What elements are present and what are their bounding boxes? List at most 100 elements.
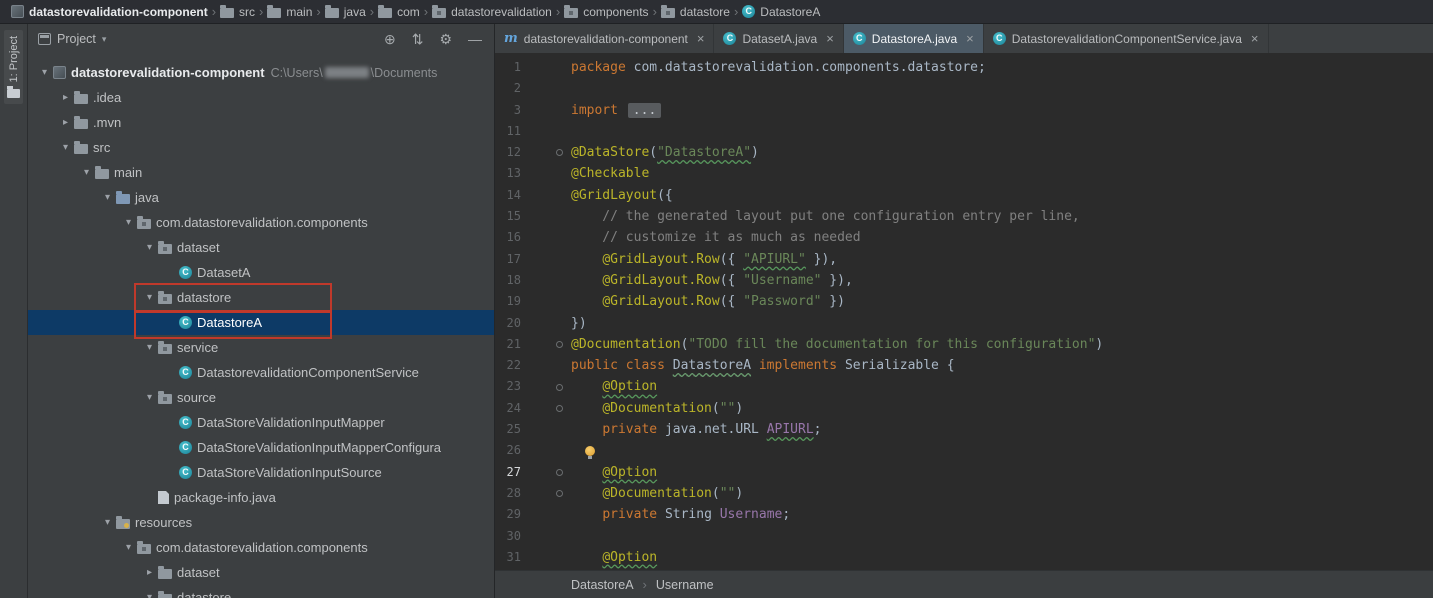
tree-item[interactable]: ▾datastore [28,285,494,310]
code-text[interactable]: @GridLayout.Row({ "Username" }), [571,270,853,291]
fold-marker-icon[interactable] [556,341,563,348]
line-number[interactable]: 3 [495,100,521,121]
code-text[interactable]: import ... [571,100,661,121]
breadcrumb-item[interactable]: components [561,5,651,19]
tree-item[interactable]: ▾source [28,385,494,410]
expand-arrow-icon[interactable]: ▾ [99,192,116,203]
line-number[interactable]: 14 [495,185,521,206]
expand-arrow-icon[interactable]: ▾ [141,592,158,598]
code-text[interactable]: // the generated layout put one configur… [571,206,1080,227]
line-number[interactable]: 26 [495,440,521,461]
editor-tab[interactable]: CDatastorevalidationComponentService.jav… [984,24,1269,53]
line-number[interactable]: 30 [495,526,521,547]
code-text[interactable]: @Documentation("TODO fill the documentat… [571,334,1103,355]
breadcrumb-item[interactable]: src [217,5,258,19]
line-number[interactable]: 2 [495,78,521,99]
close-tab-icon[interactable]: × [966,31,974,46]
expand-arrow-icon[interactable]: ▸ [141,567,158,578]
line-number[interactable]: 21 [495,334,521,355]
expand-arrow-icon[interactable]: ▾ [36,67,53,78]
hide-panel-icon[interactable]: — [468,32,482,46]
code-line[interactable]: 3 import ... [495,100,1433,121]
code-line[interactable]: 15 // the generated layout put one confi… [495,206,1433,227]
line-number[interactable]: 19 [495,291,521,312]
tree-item[interactable]: ▸dataset [28,560,494,585]
code-line[interactable]: 30 [495,526,1433,547]
code-line[interactable]: 28 @Documentation("") [495,483,1433,504]
code-text[interactable]: package com.datastorevalidation.componen… [571,57,986,78]
fold-marker-icon[interactable] [556,469,563,476]
settings-gear-icon[interactable]: ⚙ [439,32,452,46]
tree-item[interactable]: ▾src [28,135,494,160]
expand-arrow-icon[interactable]: ▾ [141,242,158,253]
code-text[interactable]: private java.net.URL APIURL; [571,419,821,440]
line-number[interactable]: 17 [495,249,521,270]
expand-arrow-icon[interactable]: ▾ [120,217,137,228]
tree-item[interactable]: ▾java [28,185,494,210]
line-number[interactable]: 24 [495,398,521,419]
close-tab-icon[interactable]: × [697,31,705,46]
tree-item[interactable]: ▾resources [28,510,494,535]
code-text[interactable]: @Checkable [571,163,649,184]
tree-item[interactable]: ▾datastorevalidation-componentC:\Users\\… [28,60,494,85]
tree-item[interactable]: CDataStoreValidationInputMapperConfigura [28,435,494,460]
breadcrumb-item[interactable]: datastore [658,5,733,19]
code-line[interactable]: 17 @GridLayout.Row({ "APIURL" }), [495,249,1433,270]
editor-code[interactable]: 1package com.datastorevalidation.compone… [495,54,1433,570]
code-text[interactable]: @GridLayout({ [571,185,673,206]
expand-arrow-icon[interactable]: ▾ [57,142,74,153]
code-text[interactable]: }) [571,313,587,334]
code-line[interactable]: 12@DataStore("DatastoreA") [495,142,1433,163]
code-line[interactable]: 24 @Documentation("") [495,398,1433,419]
breadcrumb-item[interactable]: Username [656,578,714,592]
line-number[interactable]: 16 [495,227,521,248]
line-number[interactable]: 22 [495,355,521,376]
editor-tab[interactable]: mdatastorevalidation-component× [495,24,714,53]
fold-marker-icon[interactable] [556,149,563,156]
locate-file-icon[interactable]: ⊕ [384,32,396,46]
breadcrumb-item[interactable]: DatastoreA [571,578,634,592]
project-stripe-tab[interactable]: 1: Project [4,30,23,104]
code-text[interactable]: @Documentation("") [571,483,743,504]
line-number[interactable]: 11 [495,121,521,142]
line-number[interactable]: 29 [495,504,521,525]
line-number[interactable]: 25 [495,419,521,440]
expand-arrow-icon[interactable]: ▾ [141,342,158,353]
tree-item[interactable]: CDatastoreA [28,310,494,335]
tree-item[interactable]: ▾com.datastorevalidation.components [28,535,494,560]
editor-tab[interactable]: CDatastoreA.java× [844,24,984,53]
code-line[interactable]: 19 @GridLayout.Row({ "Password" }) [495,291,1433,312]
tree-item[interactable]: ▾datastore [28,585,494,598]
expand-arrow-icon[interactable]: ▾ [141,392,158,403]
code-line[interactable]: 13 @Checkable [495,163,1433,184]
tree-item[interactable]: ▾com.datastorevalidation.components [28,210,494,235]
breadcrumb-item[interactable]: main [264,5,315,19]
expand-arrow-icon[interactable]: ▾ [99,517,116,528]
fold-marker-icon[interactable] [556,405,563,412]
expand-arrow-icon[interactable]: ▾ [78,167,95,178]
code-line[interactable]: 20}) [495,313,1433,334]
project-panel-title[interactable]: Project [57,32,96,46]
breadcrumb-item[interactable]: datastorevalidation-component [8,5,211,19]
expand-arrow-icon[interactable]: ▸ [57,92,74,103]
code-line[interactable]: 18 @GridLayout.Row({ "Username" }), [495,270,1433,291]
code-line[interactable]: 29 private String Username; [495,504,1433,525]
tree-item[interactable]: ▸.mvn [28,110,494,135]
fold-marker-icon[interactable] [556,384,563,391]
code-text[interactable]: // customize it as much as needed [571,227,861,248]
code-text[interactable] [571,440,595,461]
tree-item[interactable]: ▾dataset [28,235,494,260]
line-number[interactable]: 20 [495,313,521,334]
line-number[interactable]: 23 [495,376,521,397]
line-number[interactable]: 31 [495,547,521,568]
tree-item[interactable]: CDataStoreValidationInputSource [28,460,494,485]
code-line[interactable]: 25 private java.net.URL APIURL; [495,419,1433,440]
code-line[interactable]: 21 @Documentation("TODO fill the document… [495,334,1433,355]
code-text[interactable]: @Documentation("") [571,398,743,419]
code-text[interactable]: @Option [571,376,657,397]
tree-item[interactable]: ▸.idea [28,85,494,110]
code-line[interactable]: 31 @Option [495,547,1433,568]
code-line[interactable]: 11 [495,121,1433,142]
code-text[interactable]: private String Username; [571,504,790,525]
line-number[interactable]: 13 [495,163,521,184]
